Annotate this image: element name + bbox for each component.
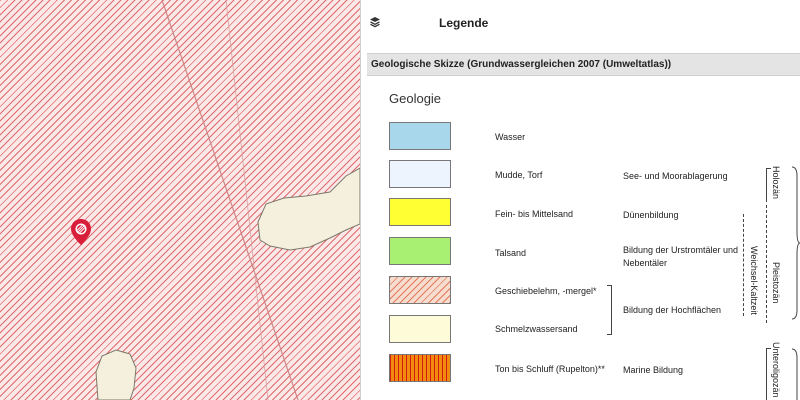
legend-item-description: See- und Moorablagerung: [623, 171, 728, 181]
legend-item-label: Geschiebelehm, -mergel*: [495, 286, 597, 296]
legend-header: Legende: [361, 0, 800, 46]
layer-title-bar[interactable]: Geologische Skizze (Grundwassergleichen …: [367, 53, 800, 76]
legend-item-description: Dünenbildung: [623, 210, 679, 220]
legend-item-label: Wasser: [495, 132, 526, 142]
group-bracket: [607, 285, 612, 335]
swatch-mudde-torf: [389, 160, 451, 188]
legend-item-label: Mudde, Torf: [495, 170, 543, 180]
legend-item-description: Marine Bildung: [623, 365, 684, 375]
swatch-wasser: [389, 122, 451, 150]
road-line: [225, 0, 269, 400]
weichsel-kaltzeit-label: Weichsel-Kaltzeit: [749, 246, 759, 315]
holozaen-line: [766, 168, 767, 202]
unteroligozaen-line: [766, 348, 767, 400]
location-pin-icon[interactable]: [69, 218, 93, 246]
legend-item-label: Schmelzwassersand: [495, 324, 578, 334]
swatch-talsand: [389, 237, 451, 265]
curly-brace: [791, 348, 798, 400]
pleistozaen-line: [766, 205, 767, 323]
layers-icon[interactable]: [369, 15, 381, 28]
legend-item-label: Talsand: [495, 248, 527, 258]
legend-item-description: Bildung der Urstromtäler und Nebentäler: [623, 245, 739, 268]
legend-item-label: Fein- bis Mittelsand: [495, 209, 574, 219]
swatch-fein-mittelsand: [389, 198, 451, 226]
panel-title: Legende: [439, 16, 489, 30]
legend-heading: Geologie: [389, 91, 442, 106]
map-canvas: [95, 0, 360, 400]
unteroligozaen-label: Unteroligozän: [771, 342, 781, 398]
swatch-ton-schluff: [389, 354, 451, 382]
legend-item-label: Ton bis Schluff (Rupelton)**: [495, 364, 605, 374]
holozaen-label: Holozän: [771, 166, 781, 200]
swatch-geschiebelehm: [389, 276, 451, 304]
pleistozaen-label: Pleistozän: [771, 262, 781, 304]
curly-brace: [791, 166, 800, 320]
map-view[interactable]: [0, 0, 360, 400]
weichsel-line: [743, 214, 744, 316]
sand-area: [95, 349, 137, 400]
sand-area: [257, 167, 360, 251]
legend-panel: Legende Geologische Skizze (Grundwasserg…: [360, 0, 800, 400]
swatch-schmelzwassersand: [389, 315, 451, 343]
